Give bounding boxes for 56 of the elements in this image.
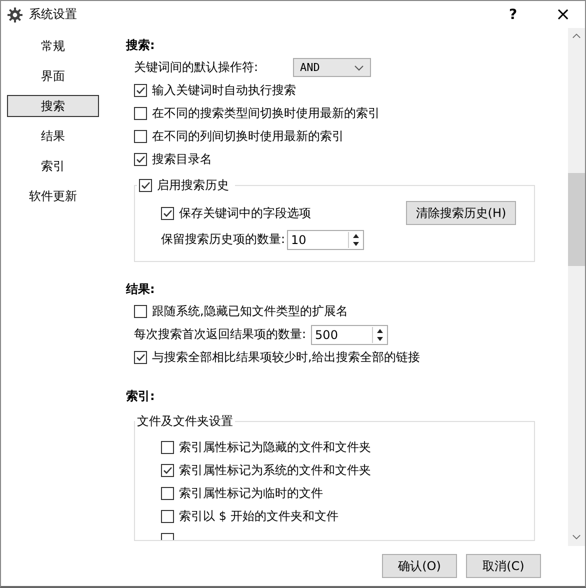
history-count-label: 保留搜索历史项的数量: xyxy=(161,231,286,248)
sidebar-item[interactable]: 软件更新 xyxy=(1,181,105,211)
checkbox[interactable] xyxy=(161,464,174,477)
section-heading: 结果: xyxy=(126,281,156,298)
checkbox[interactable] xyxy=(161,206,174,220)
dialog-button[interactable]: 取消(C) xyxy=(466,554,541,578)
group-title: 文件及文件夹设置 xyxy=(136,414,234,430)
close-button[interactable]: × xyxy=(541,1,585,28)
option-label: 输入关键词时自动执行搜索 xyxy=(152,82,296,99)
option-label: 跟随系统,隐藏已知文件类型的扩展名 xyxy=(152,303,348,320)
checkbox[interactable] xyxy=(161,487,174,500)
result-count-field[interactable]: 500 xyxy=(311,324,388,344)
option-label: 在不同的列间切换时使用最新的索引 xyxy=(152,128,344,145)
option-label: 索引属性标记为系统的文件和文件夹 xyxy=(179,462,371,479)
option-label: 搜索目录名 xyxy=(152,151,212,168)
history-label: 启用搜索历史 xyxy=(157,177,229,194)
spin-down-icon[interactable] xyxy=(376,336,383,340)
section-heading: 索引: xyxy=(126,388,156,405)
sidebar-item[interactable]: 结果 xyxy=(1,121,105,151)
operator-dropdown[interactable]: AND xyxy=(293,58,372,77)
chevron-down-icon xyxy=(354,64,364,70)
checkbox[interactable] xyxy=(134,351,147,364)
option-label: 在不同的搜索类型间切换时使用最新的索引 xyxy=(152,105,380,122)
scrollbar[interactable] xyxy=(568,28,585,546)
gear-icon xyxy=(7,6,23,22)
option-label: 索引属性标记为隐藏的文件和文件夹 xyxy=(179,439,371,456)
sidebar-item[interactable]: 常规 xyxy=(1,31,105,61)
sidebar-item[interactable]: 索引 xyxy=(1,151,105,181)
operator-label: 关键词间的默认操作符: xyxy=(134,59,258,76)
window-title: 系统设置 xyxy=(29,6,77,23)
checkbox[interactable] xyxy=(134,153,147,166)
result-count-label: 每次搜索首次返回结果项的数量: xyxy=(134,326,306,343)
scrollbar-thumb[interactable] xyxy=(568,173,585,266)
clear-history-button[interactable]: 清除搜索历史(H) xyxy=(406,201,516,225)
checkbox[interactable] xyxy=(161,441,174,454)
spin-up-icon[interactable] xyxy=(352,234,359,238)
scroll-up-icon[interactable] xyxy=(572,33,581,39)
checkbox[interactable] xyxy=(134,107,147,120)
option-label: 与搜索全部相比结果项较少时,给出搜索全部的链接 xyxy=(152,349,420,366)
checkbox[interactable] xyxy=(134,84,147,97)
dialog-button[interactable]: 确认(O) xyxy=(382,554,457,578)
section-heading: 搜索: xyxy=(126,37,156,54)
checkbox[interactable] xyxy=(134,130,147,143)
spin-up-icon[interactable] xyxy=(376,328,383,332)
scroll-down-icon[interactable] xyxy=(572,534,581,540)
checkbox[interactable] xyxy=(139,179,152,192)
history-count-field[interactable]: 10 xyxy=(287,230,364,250)
option-label: 索引属性标记为临时的文件 xyxy=(179,485,323,502)
option-label: 保存关键词中的字段选项 xyxy=(179,204,311,222)
help-button[interactable]: ? xyxy=(491,1,535,28)
spin-down-icon[interactable] xyxy=(352,242,359,246)
checkbox[interactable] xyxy=(161,510,174,523)
option-label: 索引以 $ 开始的文件夹和文件 xyxy=(179,508,338,525)
checkbox[interactable] xyxy=(134,305,147,318)
sidebar-item[interactable]: 界面 xyxy=(1,61,105,91)
sidebar-item[interactable]: 搜索 xyxy=(7,95,99,117)
